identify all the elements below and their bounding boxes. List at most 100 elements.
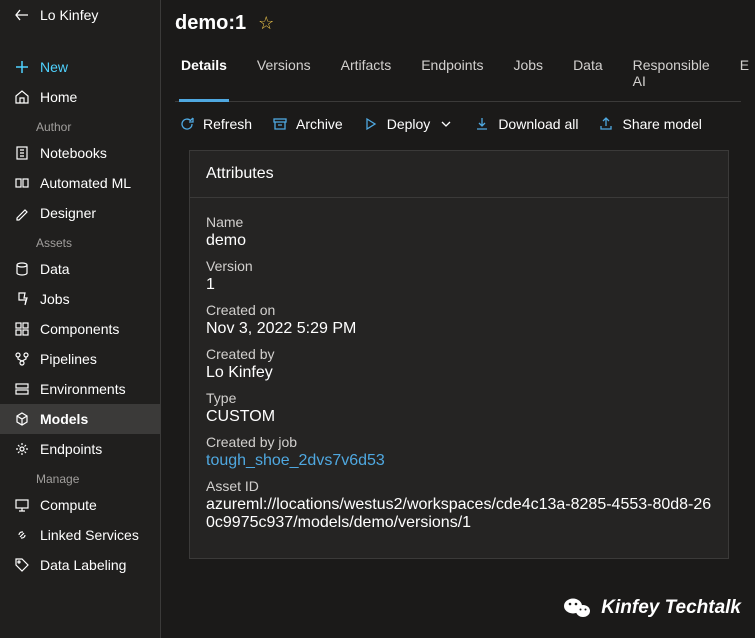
sidebar-item-label: Jobs — [40, 291, 70, 307]
chevron-down-icon — [438, 116, 454, 132]
tab-endpoints[interactable]: Endpoints — [419, 47, 485, 101]
jobs-icon — [14, 291, 30, 307]
tab-versions[interactable]: Versions — [255, 47, 313, 101]
archive-button[interactable]: Archive — [272, 116, 343, 132]
tab-artifacts[interactable]: Artifacts — [339, 47, 394, 101]
share-icon — [598, 116, 614, 132]
attr-created-on: Created on Nov 3, 2022 5:29 PM — [206, 302, 712, 338]
attr-name: Name demo — [206, 214, 712, 250]
sidebar-automl[interactable]: Automated ML — [0, 168, 160, 198]
attr-created-by: Created by Lo Kinfey — [206, 346, 712, 382]
components-icon — [14, 321, 30, 337]
pipelines-icon — [14, 351, 30, 367]
section-assets: Assets — [0, 228, 160, 254]
attributes-card: Attributes Name demo Version 1 Created o… — [189, 150, 729, 559]
attr-value-link[interactable]: tough_shoe_2dvs7v6d53 — [206, 452, 712, 470]
sidebar-item-label: Designer — [40, 205, 96, 221]
back-nav-label: Lo Kinfey — [40, 7, 98, 23]
attr-asset-id: Asset ID azureml://locations/westus2/wor… — [206, 478, 712, 532]
toolbar: Refresh Archive Deploy Download all Shar… — [175, 102, 741, 146]
sidebar-item-label: Pipelines — [40, 351, 97, 367]
attributes-body: Name demo Version 1 Created on Nov 3, 20… — [190, 198, 728, 558]
tabs: Details Versions Artifacts Endpoints Job… — [175, 47, 741, 102]
sidebar-environments[interactable]: Environments — [0, 374, 160, 404]
sidebar-endpoints[interactable]: Endpoints — [0, 434, 160, 464]
attr-label: Name — [206, 214, 712, 230]
toolbar-label: Deploy — [387, 116, 431, 132]
sidebar-item-label: Components — [40, 321, 119, 337]
wechat-icon — [563, 596, 591, 620]
page-title: demo:1 — [175, 12, 246, 35]
attr-value: 1 — [206, 276, 712, 294]
sidebar-items: New Home Author Notebooks Automated ML D… — [0, 52, 160, 580]
sidebar-item-label: Data Labeling — [40, 557, 126, 573]
section-manage: Manage — [0, 464, 160, 490]
sidebar-linked[interactable]: Linked Services — [0, 520, 160, 550]
download-button[interactable]: Download all — [474, 116, 578, 132]
sidebar-notebooks[interactable]: Notebooks — [0, 138, 160, 168]
attributes-header: Attributes — [190, 151, 728, 198]
environments-icon — [14, 381, 30, 397]
tab-jobs[interactable]: Jobs — [511, 47, 545, 101]
sidebar: Lo Kinfey New Home Author Notebooks Auto… — [0, 0, 161, 638]
sidebar-models[interactable]: Models — [0, 404, 160, 434]
sidebar-labeling[interactable]: Data Labeling — [0, 550, 160, 580]
sidebar-new-label: New — [40, 59, 68, 75]
sidebar-item-label: Automated ML — [40, 175, 131, 191]
notebook-icon — [14, 145, 30, 161]
sidebar-item-label: Endpoints — [40, 441, 102, 457]
endpoints-icon — [14, 441, 30, 457]
toolbar-label: Share model — [622, 116, 701, 132]
attr-label: Asset ID — [206, 478, 712, 494]
models-icon — [14, 411, 30, 427]
back-nav[interactable]: Lo Kinfey — [0, 0, 160, 30]
tab-extra[interactable]: E — [738, 47, 751, 101]
archive-icon — [272, 116, 288, 132]
watermark: Kinfey Techtalk — [563, 596, 741, 620]
home-icon — [14, 89, 30, 105]
sidebar-item-label: Environments — [40, 381, 126, 397]
tab-details[interactable]: Details — [179, 47, 229, 101]
attr-value: azureml://locations/westus2/workspaces/c… — [206, 496, 712, 532]
share-button[interactable]: Share model — [598, 116, 701, 132]
sidebar-pipelines[interactable]: Pipelines — [0, 344, 160, 374]
attr-label: Created by — [206, 346, 712, 362]
toolbar-label: Download all — [498, 116, 578, 132]
tag-icon — [14, 557, 30, 573]
main-content: demo:1 ☆ Details Versions Artifacts Endp… — [161, 0, 755, 638]
attr-type: Type CUSTOM — [206, 390, 712, 426]
attr-label: Created on — [206, 302, 712, 318]
attr-value: demo — [206, 232, 712, 250]
sidebar-designer[interactable]: Designer — [0, 198, 160, 228]
sidebar-item-label: Notebooks — [40, 145, 107, 161]
page-header: demo:1 ☆ — [175, 8, 741, 47]
attr-label: Created by job — [206, 434, 712, 450]
deploy-icon — [363, 116, 379, 132]
tab-responsible-ai[interactable]: Responsible AI — [631, 47, 712, 101]
sidebar-item-label: Data — [40, 261, 70, 277]
sidebar-new[interactable]: New — [0, 52, 160, 82]
refresh-button[interactable]: Refresh — [179, 116, 252, 132]
attr-value: Nov 3, 2022 5:29 PM — [206, 320, 712, 338]
designer-icon — [14, 205, 30, 221]
toolbar-label: Archive — [296, 116, 343, 132]
sidebar-data[interactable]: Data — [0, 254, 160, 284]
tab-data[interactable]: Data — [571, 47, 605, 101]
attr-value: Lo Kinfey — [206, 364, 712, 382]
watermark-text: Kinfey Techtalk — [601, 597, 741, 619]
attr-label: Version — [206, 258, 712, 274]
favorite-star-icon[interactable]: ☆ — [258, 13, 274, 34]
sidebar-home[interactable]: Home — [0, 82, 160, 112]
attr-value: CUSTOM — [206, 408, 712, 426]
sidebar-home-label: Home — [40, 89, 77, 105]
deploy-button[interactable]: Deploy — [363, 116, 455, 132]
section-author: Author — [0, 112, 160, 138]
sidebar-compute[interactable]: Compute — [0, 490, 160, 520]
attr-created-by-job: Created by job tough_shoe_2dvs7v6d53 — [206, 434, 712, 470]
sidebar-jobs[interactable]: Jobs — [0, 284, 160, 314]
sidebar-components[interactable]: Components — [0, 314, 160, 344]
sidebar-item-label: Models — [40, 411, 88, 427]
refresh-icon — [179, 116, 195, 132]
compute-icon — [14, 497, 30, 513]
link-icon — [14, 527, 30, 543]
